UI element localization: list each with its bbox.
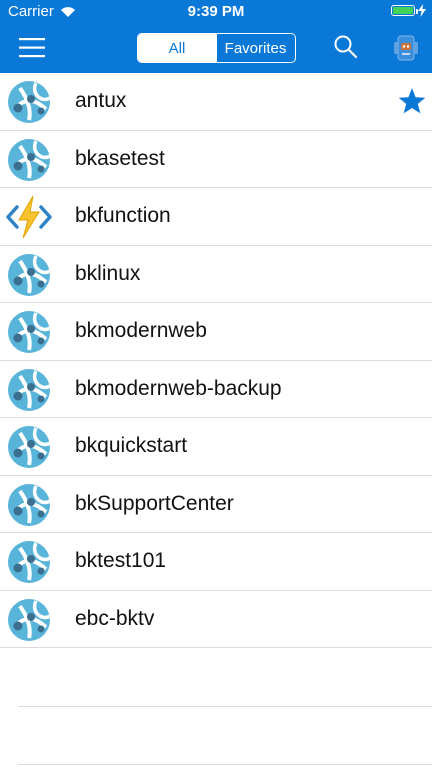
navigation-bar: All Favorites: [0, 28, 432, 70]
azure-web-app-icon: [6, 79, 52, 125]
azure-web-app-icon: [6, 539, 52, 585]
app-name: ebc-bktv: [75, 606, 155, 630]
segment-all[interactable]: All: [138, 34, 216, 62]
app-list-item[interactable]: bkSupportCenter: [0, 476, 432, 533]
app-name: bkmodernweb-backup: [75, 376, 282, 400]
hamburger-menu-icon[interactable]: [18, 36, 48, 60]
empty-row-divider: [18, 706, 432, 707]
app-list-item[interactable]: bkquickstart: [0, 418, 432, 476]
battery-icon: [391, 5, 418, 16]
azure-web-app-icon: [6, 252, 52, 298]
segment-favorites[interactable]: Favorites: [216, 34, 294, 62]
azure-web-app-icon: [6, 482, 52, 528]
app-name: bkmodernweb: [75, 319, 207, 342]
favorite-star-icon[interactable]: [398, 87, 426, 115]
app-name: bkquickstart: [75, 434, 188, 457]
app-header: Carrier 9:39 PM All Favorites: [0, 0, 432, 73]
app-list-item[interactable]: bktest101: [0, 533, 432, 591]
search-icon[interactable]: [333, 34, 359, 60]
app-list-item[interactable]: bklinux: [0, 246, 432, 303]
app-list-item[interactable]: bkmodernweb: [0, 303, 432, 361]
battery-indicator: [391, 4, 426, 17]
app-name: bkSupportCenter: [75, 491, 234, 515]
app-list: antux bkasetest bkfunction bklinux bkmodernw…: [0, 73, 432, 648]
status-time: 9:39 PM: [187, 3, 245, 20]
app-name: bkfunction: [75, 204, 171, 227]
app-list-item[interactable]: bkasetest: [0, 131, 432, 188]
azure-web-app-icon: [6, 137, 52, 183]
app-name: bkasetest: [75, 146, 165, 170]
azure-web-app-icon: [6, 309, 52, 355]
app-list-item[interactable]: ebc-bktv: [0, 591, 432, 648]
azure-function-icon: [6, 194, 52, 240]
app-list-item[interactable]: bkmodernweb-backup: [0, 361, 432, 418]
empty-row-divider: [18, 764, 432, 765]
app-name: antux: [75, 89, 127, 112]
cloud-shell-icon[interactable]: [392, 33, 420, 63]
app-name: bklinux: [75, 261, 141, 285]
filter-segmented-control: All Favorites: [137, 33, 296, 63]
app-list-item[interactable]: bkfunction: [0, 188, 432, 246]
app-list-item[interactable]: antux: [0, 73, 432, 131]
azure-web-app-icon: [6, 367, 52, 413]
azure-web-app-icon: [6, 597, 52, 643]
charging-icon: [418, 4, 426, 17]
app-name: bktest101: [75, 549, 167, 572]
status-bar: Carrier 9:39 PM: [0, 0, 432, 24]
azure-web-app-icon: [6, 424, 52, 470]
